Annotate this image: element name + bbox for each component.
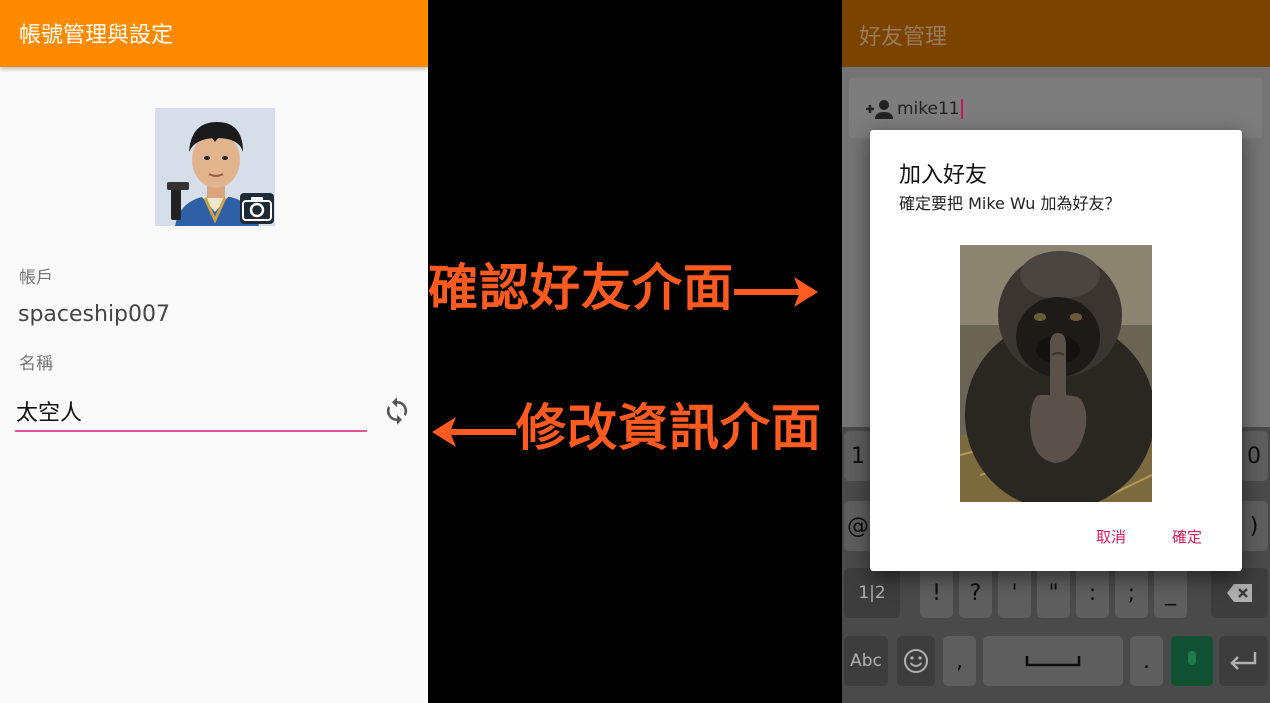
emoji-button[interactable] (897, 636, 935, 686)
key-0[interactable]: 0 (1240, 431, 1268, 481)
space-icon (1025, 656, 1081, 667)
app-bar: 帳號管理與設定 (0, 0, 428, 67)
key-at[interactable]: @ (844, 501, 872, 551)
add-friend-input-value: mike11 (897, 99, 960, 119)
gorilla-photo (960, 245, 1152, 502)
edit-info-annotation-text: 修改資訊介面 (516, 399, 822, 457)
key-quote[interactable]: " (1037, 568, 1070, 618)
backspace-button[interactable] (1211, 568, 1268, 618)
cancel-button[interactable]: 取消 (1096, 526, 1126, 547)
key-underscore[interactable]: _ (1154, 568, 1187, 618)
text-caret (960, 99, 963, 119)
dialog-title: 加入好友 (899, 163, 988, 188)
account-value: spaceship007 (18, 302, 171, 327)
dialog-message: 確定要把 Mike Wu 加為好友？ (899, 194, 1121, 213)
enter-icon (1229, 652, 1256, 670)
key-apostrophe[interactable]: ' (998, 568, 1031, 618)
name-field[interactable] (15, 392, 367, 432)
space-bar[interactable] (983, 636, 1123, 686)
key-1[interactable]: 1 (844, 431, 872, 481)
confirm-button[interactable]: 確定 (1172, 526, 1202, 547)
app-bar: 好友管理 (842, 0, 1270, 67)
enter-button[interactable] (1219, 636, 1268, 686)
add-friend-input[interactable]: mike11 (849, 78, 1262, 138)
microphone-icon (1188, 651, 1196, 665)
camera-icon[interactable] (240, 193, 274, 224)
key-colon[interactable]: : (1076, 568, 1109, 618)
page-title: 帳號管理與設定 (19, 23, 174, 48)
screenshot-stage: 帳號管理與設定 帳戶 spaceship007 名稱 太空人 確認好友介面 修改… (0, 0, 1270, 703)
account-settings-screen: 帳號管理與設定 帳戶 spaceship007 名稱 太空人 (0, 0, 428, 703)
confirm-friend-annotation-text: 確認好友介面 (428, 259, 734, 317)
backspace-icon (1226, 584, 1252, 602)
key-exclamation[interactable]: ! (920, 568, 953, 618)
key-semicolon[interactable]: ; (1115, 568, 1148, 618)
key-close-paren[interactable]: ) (1240, 501, 1268, 551)
arrow-right-icon (734, 276, 818, 307)
key-symbols-page[interactable]: 1|2 (844, 568, 900, 618)
key-question[interactable]: ? (959, 568, 992, 618)
mic-button[interactable] (1171, 636, 1213, 686)
confirm-friend-annotation: 確認好友介面 (428, 248, 820, 320)
emoji-icon (904, 649, 928, 673)
page-title: 好友管理 (859, 25, 948, 50)
edit-info-annotation: 修改資訊介面 (430, 388, 822, 460)
key-abc[interactable]: Abc (844, 636, 888, 686)
name-label: 名稱 (19, 354, 53, 374)
add-person-icon (866, 100, 893, 119)
account-label: 帳戶 (19, 268, 53, 288)
refresh-button[interactable] (380, 394, 414, 428)
arrow-left-icon (432, 416, 516, 447)
add-friend-dialog: 加入好友 確定要把 Mike Wu 加為好友？ 取消 確定 (870, 130, 1242, 571)
friend-avatar (960, 245, 1152, 502)
refresh-icon (386, 397, 408, 425)
key-comma[interactable]: , (943, 636, 976, 686)
key-period[interactable]: . (1130, 636, 1163, 686)
